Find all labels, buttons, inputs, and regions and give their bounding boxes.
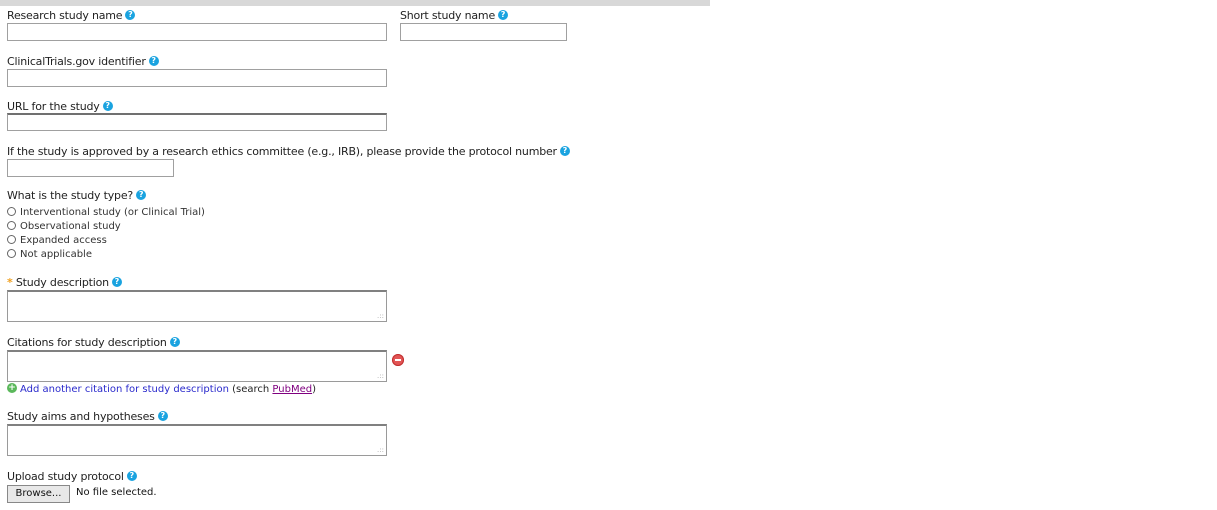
no-file-text: No file selected. xyxy=(76,487,157,498)
help-icon[interactable]: ? xyxy=(102,101,113,111)
help-icon[interactable]: ? xyxy=(169,337,180,347)
required-marker: * xyxy=(7,276,13,289)
help-icon[interactable]: ? xyxy=(559,146,570,156)
study-type-option[interactable]: Expanded access xyxy=(7,234,107,246)
aims-label: Study aims and hypotheses? xyxy=(7,410,168,423)
study-type-option[interactable]: Not applicable xyxy=(7,248,92,260)
study-description-label: * Study description? xyxy=(7,276,122,289)
top-bar xyxy=(0,0,710,6)
research-study-name-label: Research study name? xyxy=(7,9,136,22)
ethics-protocol-input[interactable] xyxy=(7,159,174,177)
citation-textarea[interactable]: .:: xyxy=(7,350,387,382)
help-icon[interactable]: ? xyxy=(136,190,147,200)
short-study-name-label: Short study name? xyxy=(400,9,509,22)
study-type-label: What is the study type?? xyxy=(7,189,147,202)
radio-button[interactable] xyxy=(7,206,16,216)
research-study-name-input[interactable] xyxy=(7,23,387,41)
help-icon[interactable]: ? xyxy=(125,10,136,20)
add-citation-link[interactable]: Add another citation for study descripti… xyxy=(20,384,229,395)
clinicaltrials-id-input[interactable] xyxy=(7,69,387,87)
study-description-textarea[interactable]: .:: xyxy=(7,290,387,322)
upload-protocol-label: Upload study protocol? xyxy=(7,470,137,483)
add-citation-row: + Add another citation for study descript… xyxy=(7,383,316,395)
help-icon[interactable]: ? xyxy=(111,277,122,287)
help-icon[interactable]: ? xyxy=(498,10,509,20)
clinicaltrials-id-label: ClinicalTrials.gov identifier? xyxy=(7,55,159,68)
radio-button[interactable] xyxy=(7,220,16,230)
resize-grip-icon[interactable]: .:: xyxy=(377,313,384,320)
radio-button[interactable] xyxy=(7,234,16,244)
help-icon[interactable]: ? xyxy=(157,411,168,421)
short-study-name-input[interactable] xyxy=(400,23,567,41)
resize-grip-icon[interactable]: .:: xyxy=(377,447,384,454)
help-icon[interactable]: ? xyxy=(126,471,137,481)
help-icon[interactable]: ? xyxy=(148,56,159,66)
study-type-option[interactable]: Interventional study (or Clinical Trial) xyxy=(7,206,205,218)
radio-button[interactable] xyxy=(7,248,16,258)
resize-grip-icon[interactable]: .:: xyxy=(377,373,384,380)
ethics-protocol-label: If the study is approved by a research e… xyxy=(7,145,570,158)
browse-button[interactable]: Browse... xyxy=(7,485,70,503)
study-type-option[interactable]: Observational study xyxy=(7,220,121,232)
study-url-label: URL for the study? xyxy=(7,100,113,113)
pubmed-link[interactable]: PubMed xyxy=(272,384,312,395)
study-url-input[interactable] xyxy=(7,113,387,131)
citations-label: Citations for study description? xyxy=(7,336,180,349)
remove-citation-icon[interactable] xyxy=(392,354,404,366)
aims-textarea[interactable]: .:: xyxy=(7,424,387,456)
add-icon[interactable]: + xyxy=(7,383,17,393)
